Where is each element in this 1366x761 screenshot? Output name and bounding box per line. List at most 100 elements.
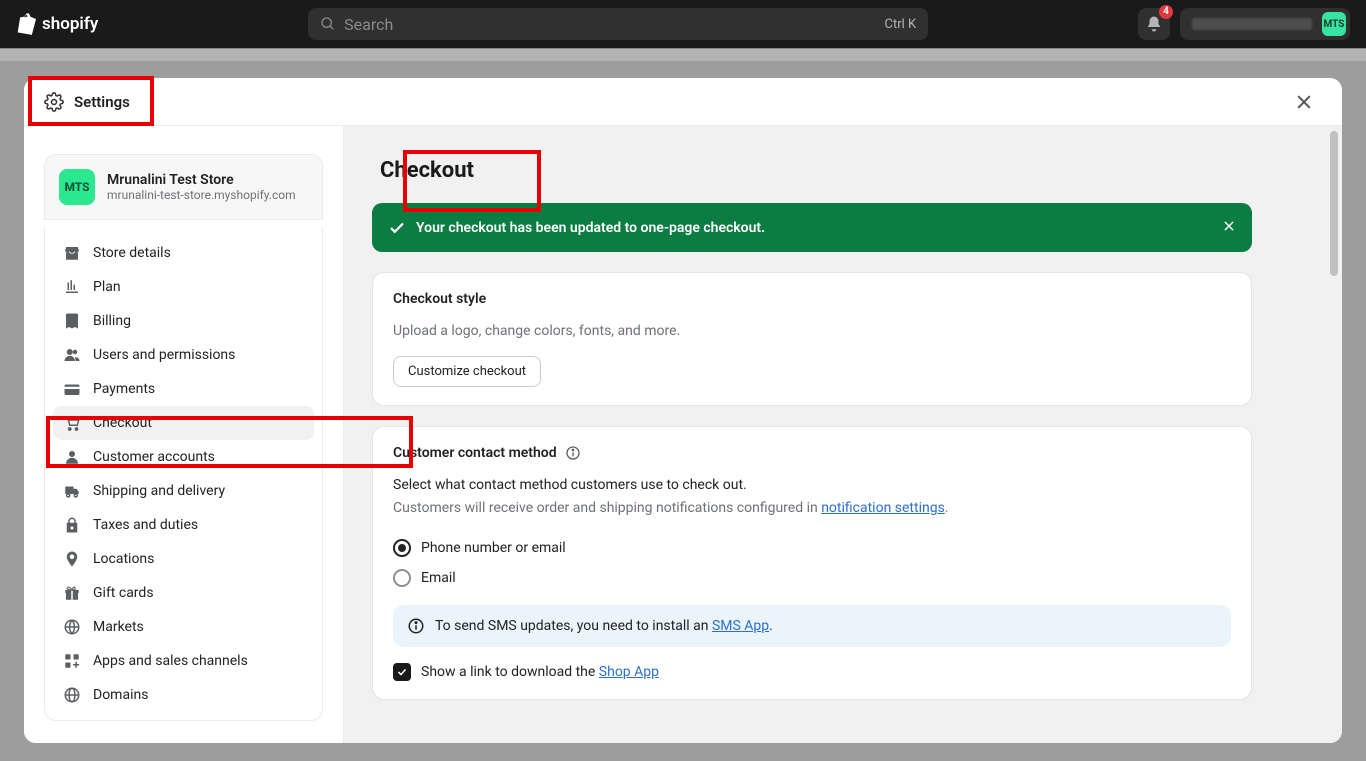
close-icon (1294, 92, 1314, 112)
search-placeholder: Search (344, 15, 393, 34)
shopify-logo[interactable]: shopify (16, 13, 98, 35)
nav-checkout[interactable]: Checkout (53, 406, 314, 440)
close-icon (1222, 219, 1236, 233)
nav-gift-cards[interactable]: Gift cards (53, 576, 314, 610)
page-title: Checkout (372, 158, 1252, 183)
nav-plan[interactable]: Plan (53, 270, 314, 304)
card-heading-text: Customer contact method (393, 445, 557, 461)
nav-label: Markets (93, 619, 144, 635)
nav-billing[interactable]: Billing (53, 304, 314, 338)
person-icon (63, 448, 81, 466)
nav-taxes[interactable]: Taxes and duties (53, 508, 314, 542)
users-icon (63, 346, 81, 364)
radio-label: Phone number or email (421, 540, 566, 556)
contact-desc2: Customers will receive order and shippin… (393, 498, 1231, 519)
store-icon (63, 244, 81, 262)
store-avatar: MTS (59, 169, 95, 205)
shopify-bag-icon (16, 13, 36, 35)
info-icon (407, 617, 425, 635)
cart-icon (63, 414, 81, 432)
topbar: shopify Search Ctrl K 4 MTS (0, 0, 1366, 48)
radio-phone-email[interactable]: Phone number or email (393, 533, 1231, 563)
modal-body: MTS Mrunalini Test Store mrunalini-test-… (24, 126, 1342, 743)
radio-label: Email (421, 570, 456, 586)
contact-desc2-prefix: Customers will receive order and shippin… (393, 500, 821, 516)
nav-shipping[interactable]: Shipping and delivery (53, 474, 314, 508)
notification-badge: 4 (1159, 5, 1173, 19)
plan-icon (63, 278, 81, 296)
info-text: To send SMS updates, you need to install… (435, 618, 773, 634)
search-wrap: Search Ctrl K (114, 8, 1122, 40)
nav-label: Locations (93, 551, 154, 567)
nav-label: Checkout (93, 415, 152, 431)
notification-settings-link[interactable]: notification settings (821, 500, 945, 516)
nav-locations[interactable]: Locations (53, 542, 314, 576)
customize-checkout-button[interactable]: Customize checkout (393, 356, 541, 387)
store-info: Mrunalini Test Store mrunalini-test-stor… (107, 172, 308, 202)
banner-text: Your checkout has been updated to one-pa… (416, 220, 765, 236)
settings-content[interactable]: Checkout Your checkout has been updated … (344, 126, 1342, 743)
sms-app-link[interactable]: SMS App (712, 618, 769, 634)
nav-label: Apps and sales channels (93, 653, 248, 669)
gear-icon (44, 92, 64, 112)
radio-email[interactable]: Email (393, 563, 1231, 593)
contact-desc1: Select what contact method customers use… (393, 475, 1231, 496)
brand-text: shopify (42, 14, 98, 34)
settings-modal: Settings MTS Mrunalini Test Store mrunal… (24, 78, 1342, 743)
nav-customer-accounts[interactable]: Customer accounts (53, 440, 314, 474)
shop-app-link[interactable]: Shop App (599, 664, 659, 680)
nav-label: Taxes and duties (93, 517, 198, 533)
location-icon (63, 550, 81, 568)
radio-icon (393, 539, 411, 557)
nav-label: Shipping and delivery (93, 483, 225, 499)
nav-apps[interactable]: Apps and sales channels (53, 644, 314, 678)
content-inner: Checkout Your checkout has been updated … (372, 158, 1252, 700)
search-icon (320, 16, 336, 32)
scrollbar-thumb[interactable] (1330, 131, 1338, 276)
nav-store-details[interactable]: Store details (53, 236, 314, 270)
nav-label: Domains (93, 687, 148, 703)
globe-icon (63, 618, 81, 636)
settings-nav: Store details Plan Billing Users and per… (44, 228, 323, 721)
checkbox-checked-icon (393, 663, 411, 681)
shop-app-checkbox-row[interactable]: Show a link to download the Shop App (393, 663, 1231, 681)
contact-method-card: Customer contact method Select what cont… (372, 426, 1252, 700)
nav-users[interactable]: Users and permissions (53, 338, 314, 372)
store-name: Mrunalini Test Store (107, 172, 308, 188)
sms-info-banner: To send SMS updates, you need to install… (393, 605, 1231, 647)
avatar: MTS (1322, 12, 1346, 36)
info-icon[interactable] (565, 445, 581, 461)
card-heading: Checkout style (393, 291, 1231, 307)
store-card[interactable]: MTS Mrunalini Test Store mrunalini-test-… (44, 154, 323, 220)
store-switcher[interactable]: MTS (1180, 8, 1350, 40)
payments-icon (63, 380, 81, 398)
nav-label: Store details (93, 245, 171, 261)
background-strip (0, 48, 1366, 61)
check-prefix: Show a link to download the (421, 664, 599, 680)
topbar-right: 4 MTS (1138, 8, 1350, 40)
nav-label: Users and permissions (93, 347, 235, 363)
check-icon (388, 219, 406, 237)
settings-sidebar: MTS Mrunalini Test Store mrunalini-test-… (24, 126, 344, 743)
notifications-button[interactable]: 4 (1138, 8, 1170, 40)
nav-markets[interactable]: Markets (53, 610, 314, 644)
apps-icon (63, 652, 81, 670)
nav-domains[interactable]: Domains (53, 678, 314, 712)
taxes-icon (63, 516, 81, 534)
bell-icon (1145, 15, 1163, 33)
close-button[interactable] (1290, 88, 1318, 116)
billing-icon (63, 312, 81, 330)
nav-label: Customer accounts (93, 449, 215, 465)
search-input[interactable]: Search Ctrl K (308, 8, 928, 40)
nav-label: Billing (93, 313, 131, 329)
gift-icon (63, 584, 81, 602)
nav-label: Payments (93, 381, 155, 397)
radio-icon (393, 569, 411, 587)
nav-label: Plan (93, 279, 121, 295)
search-kbd: Ctrl K (884, 17, 916, 32)
nav-payments[interactable]: Payments (53, 372, 314, 406)
modal-header: Settings (24, 78, 1342, 126)
nav-label: Gift cards (93, 585, 154, 601)
check-label: Show a link to download the Shop App (421, 664, 659, 680)
banner-close-button[interactable] (1222, 217, 1236, 238)
